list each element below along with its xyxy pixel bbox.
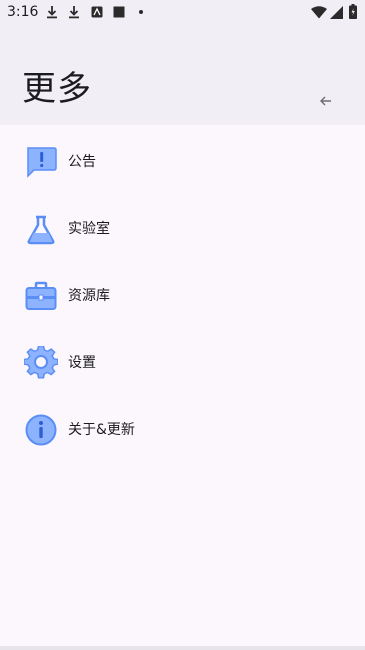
menu-item-label: 实验室: [68, 221, 110, 237]
battery-icon: [349, 4, 357, 19]
app-header: 更多: [0, 26, 365, 125]
dot-icon: [139, 10, 143, 14]
menu-item-label: 设置: [68, 355, 96, 371]
menu-item-resources[interactable]: 资源库: [0, 261, 365, 328]
page-title: 更多: [22, 69, 92, 109]
app-notification-icon: [91, 6, 103, 18]
menu-item-lab[interactable]: 实验室: [0, 194, 365, 261]
stop-icon: [113, 6, 125, 18]
signal-icon: [330, 6, 343, 19]
announcement-icon: [27, 147, 57, 178]
menu-item-label: 公告: [68, 154, 96, 170]
status-bar: 3:16: [0, 0, 365, 26]
wifi-icon: [311, 6, 327, 19]
gesture-bar: [0, 646, 365, 650]
gear-icon: [24, 346, 58, 379]
menu-item-settings[interactable]: 设置: [0, 328, 365, 395]
menu-item-announcement[interactable]: 公告: [0, 127, 365, 194]
menu-item-about-update[interactable]: 关于&更新: [0, 395, 365, 462]
arrow-left-icon[interactable]: [317, 92, 335, 110]
download-icon: [47, 6, 57, 19]
menu-list: 公告 实验室 资源库 设置 关于&更新: [0, 127, 365, 462]
download-icon: [69, 6, 79, 19]
briefcase-icon: [25, 281, 57, 310]
info-icon: [25, 414, 57, 446]
menu-item-label: 关于&更新: [68, 422, 135, 438]
flask-icon: [27, 215, 55, 245]
status-time: 3:16: [7, 4, 39, 20]
menu-item-label: 资源库: [68, 288, 110, 304]
